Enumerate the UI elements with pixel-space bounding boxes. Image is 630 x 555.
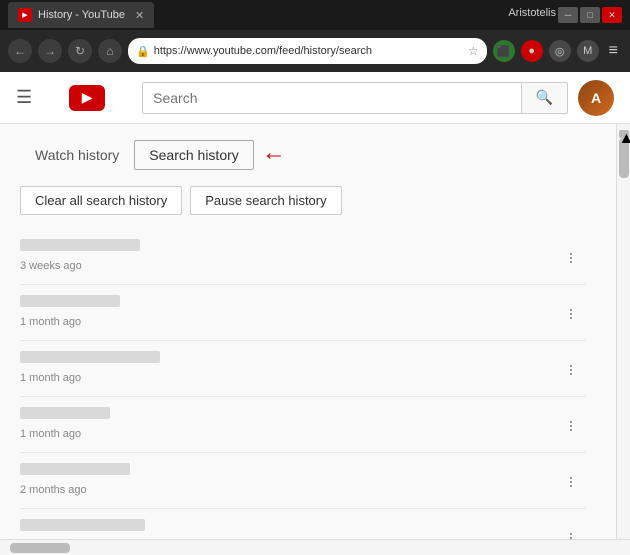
extension-icon-1[interactable]: ⬛	[493, 40, 515, 62]
home-button[interactable]: ⌂	[98, 39, 122, 63]
watch-history-tab[interactable]: Watch history	[20, 140, 134, 170]
browser-menu-button[interactable]: ≡	[605, 42, 622, 60]
search-history-tab[interactable]: Search history	[134, 140, 253, 170]
list-item: 3 weeks ago ···	[20, 229, 586, 285]
minimize-button[interactable]: ─	[558, 7, 578, 23]
clear-history-button[interactable]: Clear all search history	[20, 186, 182, 215]
history-item-content: 2 months ago	[20, 463, 557, 498]
arrow-icon: ←	[262, 141, 286, 165]
item-more-icon[interactable]: ···	[557, 363, 586, 375]
history-item-content: 1 month ago	[20, 295, 557, 330]
item-timestamp: 2 months ago	[20, 484, 87, 496]
youtube-logo-icon	[69, 85, 105, 111]
item-timestamp: 1 month ago	[20, 428, 81, 440]
item-more-icon[interactable]: ···	[557, 419, 586, 431]
search-button[interactable]: 🔍	[521, 83, 567, 113]
item-more-icon[interactable]: ···	[557, 251, 586, 263]
main-content: Watch history Search history ← Clear all…	[0, 124, 616, 539]
tab-favicon	[18, 8, 32, 22]
nav-icons: ⬛ ● ◎ M ≡	[493, 40, 622, 62]
item-title-placeholder	[20, 463, 130, 475]
item-title-placeholder	[20, 239, 140, 251]
scrollbar-up-arrow[interactable]: ▲	[619, 130, 629, 138]
list-item: 1 month ago ···	[20, 397, 586, 453]
search-bar[interactable]: 🔍	[142, 82, 568, 114]
item-title-placeholder	[20, 295, 120, 307]
item-title-placeholder	[20, 519, 145, 531]
refresh-button[interactable]: ↻	[68, 39, 92, 63]
pause-history-button[interactable]: Pause search history	[190, 186, 341, 215]
history-item-content: 3 weeks ago	[20, 239, 557, 274]
item-title-placeholder	[20, 407, 110, 419]
back-button[interactable]: ←	[8, 39, 32, 63]
list-item: 1 month ago ···	[20, 341, 586, 397]
bookmark-star-icon[interactable]: ☆	[468, 44, 479, 58]
restore-button[interactable]: □	[580, 7, 600, 23]
extension-icon-3[interactable]: ◎	[549, 40, 571, 62]
history-list: 3 weeks ago ··· 1 month ago ··· 1 month …	[20, 229, 586, 539]
forward-button[interactable]: →	[38, 39, 62, 63]
history-tabs: Watch history Search history	[20, 124, 254, 182]
item-title-placeholder	[20, 351, 160, 363]
history-item-content: 1 month ago	[20, 407, 557, 442]
vertical-scrollbar[interactable]: ▲	[616, 124, 630, 539]
list-item: 1 month ago ···	[20, 285, 586, 341]
address-bar[interactable]: 🔒 https://www.youtube.com/feed/history/s…	[128, 38, 487, 64]
history-item-content: 2 months ago	[20, 519, 557, 539]
item-timestamp: 1 month ago	[20, 372, 81, 384]
arrow-indicator: ←	[262, 141, 286, 165]
horizontal-scrollbar-thumb[interactable]	[10, 543, 70, 553]
title-bar-left: History - YouTube ✕	[8, 2, 154, 28]
url-text: https://www.youtube.com/feed/history/sea…	[154, 45, 464, 57]
tab-close-button[interactable]: ✕	[135, 9, 144, 22]
username-label: Aristotelis	[508, 7, 556, 23]
list-item: 2 months ago ···	[20, 509, 586, 539]
tabs-row: Watch history Search history ←	[20, 124, 586, 182]
youtube-header: ☰ 🔍 A	[0, 72, 630, 124]
action-buttons: Clear all search history Pause search hi…	[20, 186, 586, 215]
item-more-icon[interactable]: ···	[557, 531, 586, 540]
youtube-logo[interactable]	[42, 82, 132, 114]
item-more-icon[interactable]: ···	[557, 307, 586, 319]
title-bar: History - YouTube ✕ Aristotelis ─ □ ✕	[0, 0, 630, 30]
search-input[interactable]	[143, 83, 521, 113]
close-button[interactable]: ✕	[602, 7, 622, 23]
list-item: 2 months ago ···	[20, 453, 586, 509]
extension-icon-4[interactable]: M	[577, 40, 599, 62]
secure-lock-icon: 🔒	[136, 45, 150, 58]
browser-tab[interactable]: History - YouTube ✕	[8, 2, 154, 28]
extension-icon-2[interactable]: ●	[521, 40, 543, 62]
window-controls: Aristotelis ─ □ ✕	[508, 7, 622, 23]
history-item-content: 1 month ago	[20, 351, 557, 386]
nav-bar: ← → ↻ ⌂ 🔒 https://www.youtube.com/feed/h…	[0, 30, 630, 72]
hamburger-menu-icon[interactable]: ☰	[16, 87, 32, 108]
item-timestamp: 3 weeks ago	[20, 260, 82, 272]
item-timestamp: 1 month ago	[20, 316, 81, 328]
avatar[interactable]: A	[578, 80, 614, 116]
tab-title: History - YouTube	[38, 9, 125, 21]
item-more-icon[interactable]: ···	[557, 475, 586, 487]
horizontal-scrollbar[interactable]	[0, 539, 630, 555]
